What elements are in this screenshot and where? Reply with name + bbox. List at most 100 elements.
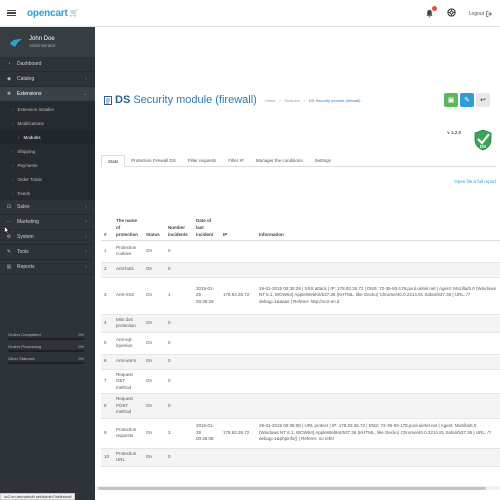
puzzle-icon: ✚ xyxy=(6,91,12,97)
column-header: The name of protection xyxy=(113,189,143,241)
bullet-icon: › xyxy=(12,176,14,182)
table-cell-ip xyxy=(220,332,256,355)
logout-link[interactable]: Logout xyxy=(469,11,492,17)
tab-settings[interactable]: Settings xyxy=(309,155,337,167)
table-cell-date xyxy=(193,240,220,263)
table-cell-name: Anti-worm xyxy=(113,354,143,370)
sidebar-subitem-label: Extension Installer xyxy=(17,106,55,112)
sidebar-item-dashboard[interactable]: ◔ Dashboard xyxy=(0,57,95,72)
notification-badge xyxy=(431,6,437,11)
table-cell-info xyxy=(256,393,500,419)
table-cell-ip: 178.93.35.72 xyxy=(220,277,256,315)
sidebar-subitem-modifications[interactable]: › Modifications xyxy=(0,116,95,130)
chevron-right-icon: › xyxy=(85,264,87,270)
table-cell-name: Anti-bots xyxy=(113,262,143,278)
save-button[interactable]: ▣ xyxy=(444,93,458,107)
stat-label: Orders Completed xyxy=(8,332,41,337)
sidebar-item-tools[interactable]: ✎ Tools › xyxy=(0,245,95,260)
bullet-icon: › xyxy=(12,162,14,168)
table-cell-status: On xyxy=(143,354,165,370)
full-report-link[interactable]: Open file a full report xyxy=(454,179,496,184)
sidebar-item-reports[interactable]: ▥ Reports › xyxy=(0,260,95,275)
dashboard-icon: ◔ xyxy=(7,61,11,67)
table-cell-info xyxy=(256,314,500,333)
column-header: # xyxy=(101,189,113,241)
sidebar-subitem-label: Order Totals xyxy=(17,176,42,182)
tab-manager-conditions[interactable]: Manager the conditions xyxy=(250,155,309,167)
page-title: DS Security module (firewall) xyxy=(115,94,257,106)
table-cell-num: 0 xyxy=(165,240,193,263)
table-cell-status: On xyxy=(143,314,165,333)
sidebar-item-marketing[interactable]: ⋯ Marketing › xyxy=(0,215,95,230)
stat-value: 0% xyxy=(78,344,84,349)
stats-table: # The name of protection Status Number i… xyxy=(101,189,500,467)
sidebar-subitem-extension-installer[interactable]: › Extension Installer xyxy=(0,102,95,116)
table-cell-num: 1 xyxy=(165,277,193,315)
sidebar-subitem-payments[interactable]: › Payments xyxy=(0,158,95,172)
table-cell-name: Request GET method xyxy=(113,369,143,394)
table-cell-name: Protection requests xyxy=(113,418,143,449)
back-button[interactable]: ↩ xyxy=(476,93,490,107)
table-cell-date xyxy=(193,369,220,394)
table-header-row: # The name of protection Status Number i… xyxy=(101,189,500,241)
column-header: Date of last incident xyxy=(193,189,220,241)
table-row: 6 Anti-worm On 0 xyxy=(101,354,500,370)
column-header: Information xyxy=(256,189,500,241)
chevron-right-icon: › xyxy=(85,249,87,255)
table-cell-num: 0 xyxy=(165,448,193,467)
action-buttons: ▣ ✎ ↩ xyxy=(444,93,490,107)
table-cell-name: Anti-sql-injection xyxy=(113,332,143,355)
stat-value: 0% xyxy=(78,356,84,361)
stat-orders-completed: Orders Completed 0% xyxy=(8,332,84,340)
sidebar-subitem-label: Modules xyxy=(23,134,41,140)
progress-bar xyxy=(8,338,84,340)
sidebar-subitem-label: Shipping xyxy=(17,148,36,154)
cog-icon: ⚙ xyxy=(6,234,12,240)
breadcrumb-home[interactable]: Home xyxy=(265,98,276,103)
notification-bell-icon[interactable] xyxy=(425,6,437,18)
bullet-icon: › xyxy=(12,148,14,154)
table-row: 2 Anti-bots On 0 xyxy=(101,262,500,278)
table-cell-status: On xyxy=(143,448,165,467)
logout-label: Logout xyxy=(468,10,484,17)
share-icon: ⋯ xyxy=(6,219,12,225)
help-lifebuoy-icon[interactable] xyxy=(447,8,456,19)
sidebar-subitem-modules[interactable]: › Modules xyxy=(0,130,95,144)
sidebar-subitem-feeds[interactable]: › Feeds xyxy=(0,186,95,200)
chevron-right-icon: › xyxy=(85,234,87,240)
table-cell-name: Protection URL xyxy=(113,448,143,467)
tab-filter-requests[interactable]: Filter requests xyxy=(182,155,223,167)
sidebar-item-label: Marketing xyxy=(17,219,39,225)
sidebar-item-sales[interactable]: ⊡ Sales › xyxy=(0,200,95,215)
top-navbar: opencart 🛒 Logout xyxy=(0,0,500,27)
table-row: 7 Request GET method On 0 xyxy=(101,369,500,394)
breadcrumb-modules[interactable]: Modules xyxy=(285,98,300,103)
table-cell-info xyxy=(256,240,500,263)
stat-value: 0% xyxy=(78,332,84,337)
table-cell-ip xyxy=(220,369,256,394)
table-cell-n: 4 xyxy=(101,314,113,333)
sidebar-subitem-shipping[interactable]: › Shipping xyxy=(0,144,95,158)
sidebar-item-label: Tools xyxy=(17,249,29,255)
table-cell-date: 2015-01-29 00:35:29 xyxy=(193,277,220,315)
bullet-icon: › xyxy=(12,106,14,112)
opencart-logo[interactable]: opencart 🛒 xyxy=(27,8,78,19)
breadcrumb-current[interactable]: DS Security module (firewall) xyxy=(309,98,361,103)
menu-toggle-icon[interactable] xyxy=(7,8,16,17)
tab-stats[interactable]: Stats xyxy=(101,155,126,167)
chevron-down-icon: ⌄ xyxy=(82,91,87,97)
horizontal-scrollbar[interactable] xyxy=(95,486,500,490)
column-header: Status xyxy=(143,189,165,241)
tab-filter-ip[interactable]: Filter IP xyxy=(222,155,250,167)
tab-protection-firewall[interactable]: Protection Firewall DS xyxy=(125,155,182,167)
sidebar-item-extensions[interactable]: ✚ Extensions ⌄ xyxy=(0,87,95,102)
module-version: v 1.2.0 xyxy=(447,130,461,135)
user-profile[interactable]: John Doe Administrator xyxy=(0,27,95,57)
table-cell-date xyxy=(193,393,220,419)
sidebar-subitem-order-totals[interactable]: › Order Totals xyxy=(0,172,95,186)
sidebar-item-catalog[interactable]: ◆ Catalog › xyxy=(0,72,95,87)
column-header: IP xyxy=(220,189,256,241)
sidebar-item-system[interactable]: ⚙ System › xyxy=(0,230,95,245)
scrollbar-thumb[interactable] xyxy=(98,486,486,490)
edit-button[interactable]: ✎ xyxy=(460,93,474,107)
